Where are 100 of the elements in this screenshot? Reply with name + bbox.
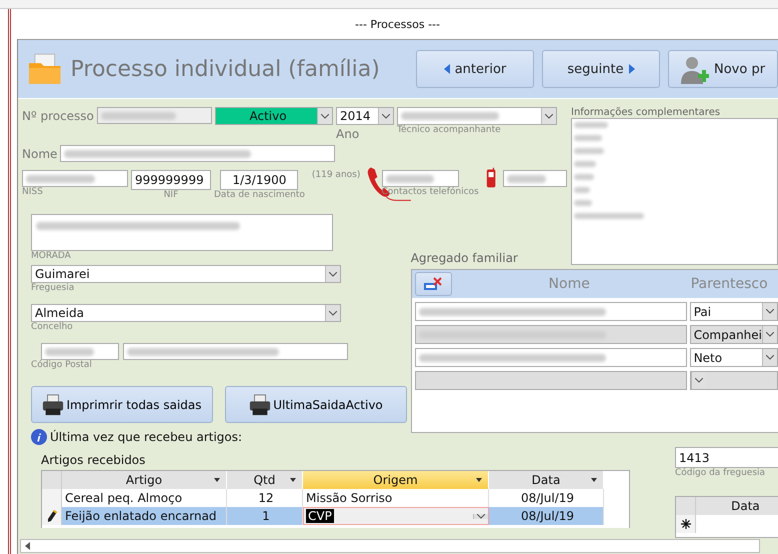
redacted-text xyxy=(574,174,594,180)
relationship-dropdown[interactable]: Neto xyxy=(690,348,778,367)
last-received-text: Última vez que recebeu artigos: xyxy=(50,430,242,444)
next-button[interactable]: seguinte xyxy=(542,50,660,88)
column-header[interactable]: Origem xyxy=(303,471,489,489)
member-name-field[interactable] xyxy=(414,348,687,367)
folder-icon xyxy=(27,51,63,87)
dropdown-arrow-icon xyxy=(290,478,296,482)
phone-field[interactable] xyxy=(382,170,459,187)
dropdown-arrow-icon xyxy=(476,478,482,482)
locality-field[interactable] xyxy=(123,343,348,360)
delete-button[interactable] xyxy=(414,272,452,296)
column-header[interactable]: Artigo xyxy=(62,471,227,489)
section-title: Artigos recebidos xyxy=(41,453,146,467)
niss-field[interactable] xyxy=(22,170,128,187)
nif-field[interactable]: 999999999 xyxy=(131,170,211,190)
mobile-field[interactable] xyxy=(502,170,567,187)
notes-field[interactable] xyxy=(571,118,778,265)
field-label: Nº processo xyxy=(22,108,94,125)
right-triangle-icon xyxy=(628,64,635,74)
redacted-text xyxy=(506,174,546,182)
field-label: Concelho xyxy=(31,322,73,332)
address-field[interactable] xyxy=(31,214,333,251)
field-label: MORADA xyxy=(31,251,71,261)
field-label: Técnico acompanhante xyxy=(397,125,502,135)
redacted-text xyxy=(574,161,596,167)
field-label: NIF xyxy=(164,190,178,200)
left-triangle-icon xyxy=(444,64,450,74)
origin-dropdown[interactable]: CVP xyxy=(303,507,489,525)
name-field[interactable] xyxy=(60,145,336,162)
column-header[interactable]: Qtd xyxy=(227,471,303,489)
pencil-icon xyxy=(46,510,56,522)
info-icon xyxy=(31,429,47,445)
field-label: Código Postal xyxy=(31,360,92,370)
member-name-field[interactable] xyxy=(414,371,687,390)
technician-dropdown[interactable] xyxy=(397,107,557,125)
select-all-corner[interactable] xyxy=(42,471,62,489)
column-header: Nome xyxy=(548,276,591,292)
relationship-dropdown[interactable]: Pai xyxy=(690,302,778,321)
redacted-text xyxy=(386,174,434,182)
column-header[interactable]: Data xyxy=(696,497,778,515)
field-label: NISS xyxy=(22,187,44,197)
column-header[interactable]: Data xyxy=(489,471,604,489)
chevron-down-icon xyxy=(766,332,774,337)
parish-dropdown[interactable]: Guimarei xyxy=(31,265,341,283)
status-dropdown[interactable]: Activo xyxy=(215,107,333,125)
mobile-phone-icon xyxy=(486,166,496,190)
field-label: Data de nascimento xyxy=(214,190,305,200)
parish-code-field[interactable]: 1413 xyxy=(675,447,778,468)
window-title: --- Processos --- xyxy=(354,17,441,33)
relationship-dropdown[interactable]: Companhei xyxy=(690,325,778,344)
year-dropdown[interactable]: 2014 xyxy=(336,107,394,125)
chevron-down-icon xyxy=(329,272,337,276)
field-label: Informações complementares xyxy=(571,107,722,118)
chevron-down-icon xyxy=(382,114,390,118)
age-text: (119 anos) xyxy=(312,170,360,180)
dropdown-arrow-icon xyxy=(214,478,220,482)
print-button[interactable]: Imprimrir todas saidas xyxy=(31,386,213,423)
chevron-down-icon xyxy=(321,114,329,118)
table-row[interactable]: Feijão enlatado encarnad 1 CVP 08/Jul/19 xyxy=(42,507,629,525)
redacted-text xyxy=(574,135,602,141)
process-number-field[interactable] xyxy=(97,107,212,124)
chevron-down-icon xyxy=(477,514,485,518)
redacted-text xyxy=(574,213,644,219)
table-cell: 08/Jul/19 xyxy=(489,507,604,525)
field-label: Ano xyxy=(336,126,360,143)
member-name-field[interactable] xyxy=(414,302,687,321)
table-cell: Feijão enlatado encarnad xyxy=(62,507,227,525)
print-button[interactable]: UltimaSaidaActivo xyxy=(225,386,407,423)
dropdown-arrow-icon xyxy=(591,478,597,482)
chevron-down-icon xyxy=(545,114,553,118)
redacted-text xyxy=(45,348,94,356)
left-arrow-icon xyxy=(25,542,30,550)
horizontal-scrollbar[interactable] xyxy=(20,539,760,553)
redacted-text xyxy=(574,187,590,193)
member-name-field[interactable] xyxy=(414,325,687,344)
new-button[interactable]: Novo pr xyxy=(668,50,778,88)
field-label: Freguesia xyxy=(31,283,74,293)
municipality-dropdown[interactable]: Almeida xyxy=(31,304,341,322)
redacted-text xyxy=(574,122,608,128)
section-title: Agregado familiar xyxy=(410,251,519,265)
form-title: Processo individual (família) xyxy=(70,56,381,82)
delete-record-icon xyxy=(423,277,444,291)
chevron-down-icon xyxy=(694,378,703,383)
chevron-down-icon xyxy=(766,355,774,360)
postal-code-field[interactable] xyxy=(41,343,119,360)
chevron-down-icon xyxy=(329,310,337,316)
redacted-text xyxy=(574,148,604,154)
printer-icon xyxy=(42,394,64,416)
chevron-down-icon xyxy=(766,309,774,314)
new-record-icon xyxy=(680,519,690,529)
select-all-corner[interactable] xyxy=(676,497,696,515)
redacted-text xyxy=(574,200,592,206)
redacted-text xyxy=(26,174,95,182)
birth-date-field[interactable]: 1/3/1900 xyxy=(220,170,298,190)
previous-button[interactable]: anterior xyxy=(416,50,534,88)
table-cell: 1 xyxy=(227,507,303,525)
person-add-icon xyxy=(679,54,709,84)
field-label: Código da freguesia xyxy=(675,468,766,478)
relationship-dropdown[interactable] xyxy=(690,371,778,390)
